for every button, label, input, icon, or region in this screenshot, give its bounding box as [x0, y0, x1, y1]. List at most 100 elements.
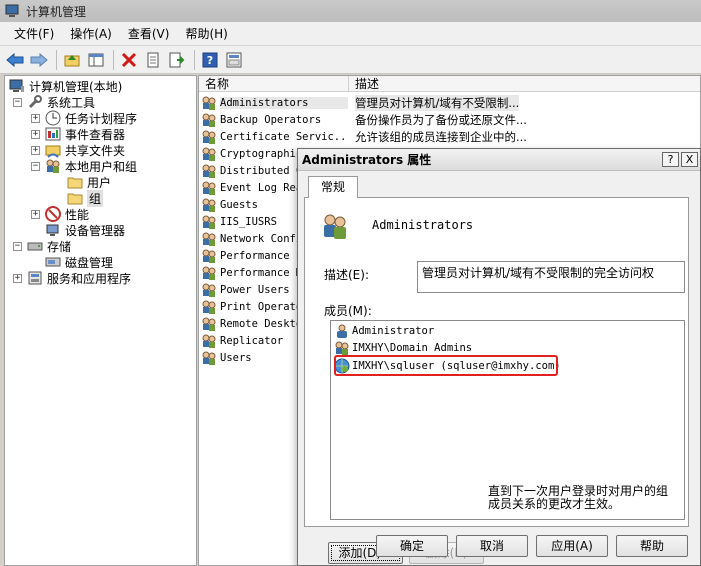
up-folder-icon: [64, 54, 80, 66]
window-title: 计算机管理: [26, 4, 87, 19]
group-icon: [202, 283, 216, 297]
tree-node-disk-management[interactable]: 磁盘管理: [45, 254, 113, 270]
group-icon: [202, 215, 216, 229]
tree-node-shared-folders[interactable]: + 共享文件夹: [31, 142, 125, 158]
member-item[interactable]: Administrator: [334, 323, 434, 339]
forward-button[interactable]: [28, 49, 50, 71]
window-titlebar[interactable]: 计算机管理: [0, 0, 701, 22]
tree-node-label: 任务计划程序: [65, 111, 138, 126]
device-manager-icon: [46, 224, 59, 236]
view-icon: [226, 52, 242, 67]
computer-management-icon: [9, 79, 24, 92]
group-icon: [202, 300, 216, 314]
description-label: 描述(E):: [324, 268, 369, 282]
tree-node-label: 用户: [87, 175, 112, 190]
view-button[interactable]: [223, 49, 245, 71]
group-icon: [202, 334, 216, 348]
show-hide-tree-button[interactable]: [85, 49, 107, 71]
row-description: 允许该组的成员连接到企业中的...: [355, 129, 527, 144]
computer-management-icon: [5, 4, 19, 17]
tree-node-task-scheduler[interactable]: + 任务计划程序: [31, 110, 137, 126]
group-icon: [202, 147, 216, 161]
collapse-toggle[interactable]: −: [13, 97, 22, 107]
properties-icon: [147, 52, 159, 67]
tree-node-label: 磁盘管理: [65, 255, 114, 270]
tree-node-services-apps[interactable]: + 服务和应用程序: [13, 270, 131, 286]
row-name: Backup Operators: [220, 113, 322, 126]
dialog-close-button[interactable]: X: [681, 152, 698, 167]
properties-button[interactable]: [142, 49, 164, 71]
menu-file[interactable]: 文件(F): [6, 22, 62, 46]
list-row[interactable]: Administrators 管理员对计算机/域有不受限制...: [201, 94, 520, 111]
help-toolbar-button[interactable]: ?: [199, 49, 221, 71]
tree-node-label: 事件查看器: [65, 127, 126, 142]
cancel-button[interactable]: 取消: [456, 535, 528, 557]
column-header-name[interactable]: 名称: [199, 76, 349, 92]
system-tools-icon: [28, 95, 42, 109]
toolbar: ?: [0, 46, 701, 74]
member-name: Administrator: [352, 325, 435, 337]
export-list-icon: [169, 52, 185, 67]
delete-button[interactable]: [118, 49, 140, 71]
tree-node-users[interactable]: 用户: [67, 174, 111, 190]
help-button[interactable]: 帮助: [616, 535, 688, 557]
menu-view[interactable]: 查看(V): [120, 22, 178, 46]
toolbar-separator: [113, 49, 114, 70]
description-field[interactable]: 管理员对计算机/域有不受限制的完全访问权: [417, 261, 685, 293]
apply-button[interactable]: 应用(A): [536, 535, 608, 557]
tree-node-label: 系统工具: [47, 95, 96, 110]
up-folder-button[interactable]: [61, 49, 83, 71]
back-button[interactable]: [4, 49, 26, 71]
ok-button[interactable]: 确定: [376, 535, 448, 557]
tree-node-event-viewer[interactable]: + 事件查看器: [31, 126, 125, 142]
performance-icon: [45, 206, 61, 222]
export-list-button[interactable]: [166, 49, 188, 71]
toolbar-separator: [194, 49, 195, 70]
row-name: Certificate Servic...: [220, 130, 348, 143]
group-icon: [202, 249, 216, 263]
list-row[interactable]: Backup Operators 备份操作员为了备份或还原文件...: [201, 111, 527, 128]
tree-node-groups[interactable]: 组: [67, 189, 104, 207]
show-hide-tree-icon: [88, 53, 104, 66]
member-item[interactable]: IMXHY\Domain Admins: [334, 340, 472, 356]
group-icon: [202, 181, 216, 195]
help-icon: ?: [202, 52, 218, 67]
collapse-toggle[interactable]: −: [13, 241, 22, 251]
expand-toggle[interactable]: +: [31, 145, 40, 155]
expand-toggle[interactable]: +: [13, 273, 22, 283]
task-scheduler-icon: [45, 110, 61, 126]
expand-toggle[interactable]: +: [31, 209, 40, 219]
dialog-help-button[interactable]: ?: [662, 152, 679, 167]
group-icon: [202, 351, 216, 365]
delete-icon: [121, 52, 137, 67]
dialog-title: Administrators 属性: [302, 153, 432, 167]
list-row[interactable]: Certificate Servic... 允许该组的成员连接到企业中的...: [201, 128, 527, 145]
tree-node-local-users-groups[interactable]: − 本地用户和组: [31, 158, 137, 174]
menu-action[interactable]: 操作(A): [62, 22, 120, 46]
group-icon: [202, 232, 216, 246]
menu-help[interactable]: 帮助(H): [177, 22, 235, 46]
menubar: 文件(F) 操作(A) 查看(V) 帮助(H): [0, 22, 701, 46]
tree-node-device-manager[interactable]: 设备管理器: [45, 222, 125, 238]
tree-node-computer-management[interactable]: 计算机管理(本地): [9, 78, 122, 94]
expand-toggle[interactable]: +: [31, 129, 40, 139]
group-icon: [202, 164, 216, 178]
expand-toggle[interactable]: +: [31, 113, 40, 123]
group-icon: [202, 317, 216, 331]
tree-node-label: 性能: [65, 207, 90, 222]
dialog-titlebar[interactable]: Administrators 属性: [298, 149, 700, 171]
tab-panel-general: Administrators 描述(E): 管理员对计算机/域有不受限制的完全访…: [304, 197, 689, 564]
tree-node-label: 计算机管理(本地): [29, 79, 123, 94]
group-icon: [202, 266, 216, 280]
tree-node-performance[interactable]: + 性能: [31, 206, 89, 222]
tree-node-label: 存储: [47, 239, 72, 254]
shared-folders-icon: [45, 145, 61, 158]
tree-node-storage[interactable]: − 存储: [13, 238, 71, 254]
disk-management-icon: [45, 257, 61, 267]
tree-node-system-tools[interactable]: − 系统工具: [13, 94, 95, 110]
column-header-description[interactable]: 描述: [349, 76, 700, 92]
collapse-toggle[interactable]: −: [31, 161, 40, 171]
console-tree[interactable]: 计算机管理(本地) − 系统工具 + 任务计划程序 + 事件查看器 + 共享文件…: [4, 75, 197, 566]
local-users-groups-icon: [46, 159, 60, 173]
tab-general[interactable]: 常规: [308, 176, 358, 198]
